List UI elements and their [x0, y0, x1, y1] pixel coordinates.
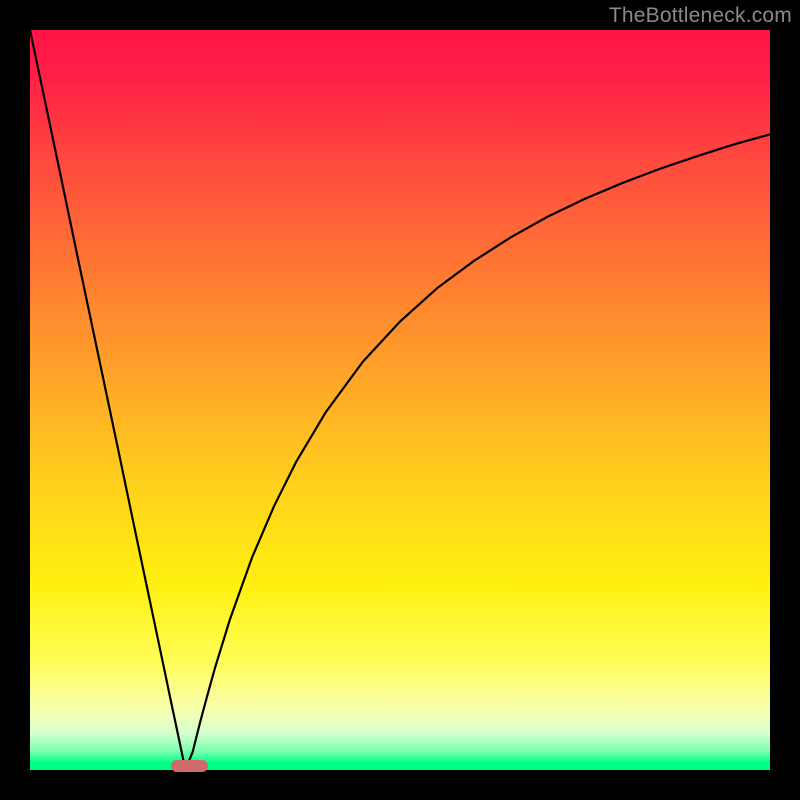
- optimum-marker: [171, 760, 208, 772]
- curve-path: [30, 30, 770, 770]
- chart-frame: TheBottleneck.com: [0, 0, 800, 800]
- plot-area: [30, 30, 770, 770]
- watermark-text: TheBottleneck.com: [609, 4, 792, 28]
- bottleneck-curve: [30, 30, 770, 770]
